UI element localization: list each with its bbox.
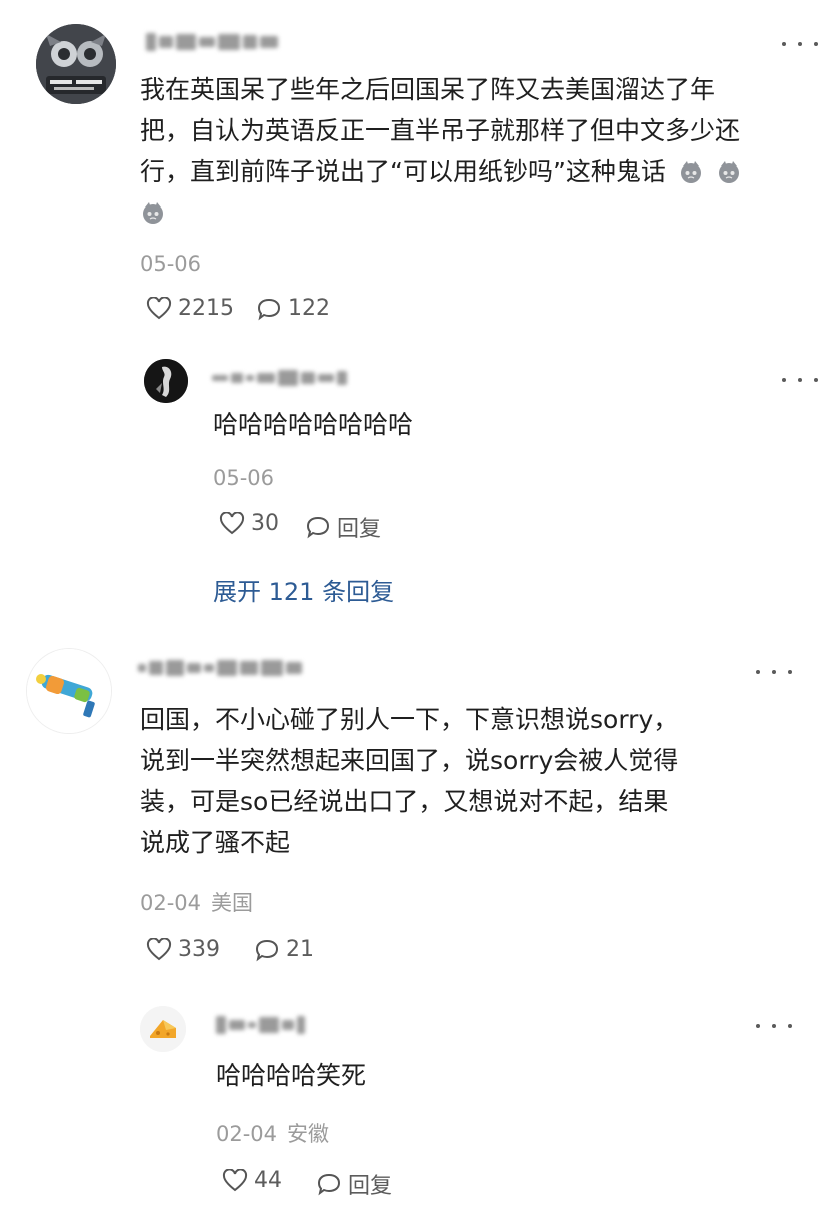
gray-cat-emoji-icon [680, 161, 701, 183]
avatar[interactable] [36, 24, 116, 104]
heart-icon [146, 296, 172, 319]
reply-text: 哈哈哈哈笑死 [216, 1061, 367, 1090]
more-options-icon[interactable] [782, 34, 818, 54]
heart-icon [146, 937, 172, 960]
comment-text-line: 行，直到前阵子说出了“可以用纸钞吗”这种鬼话 [140, 152, 742, 192]
reply-text: 哈哈哈哈哈哈哈哈 [213, 410, 414, 439]
username-blurred[interactable] [138, 656, 302, 680]
like-button[interactable]: 44 [222, 1168, 282, 1193]
comment-text-line [140, 193, 166, 233]
location-text: 美国 [211, 891, 254, 915]
more-options-icon[interactable] [782, 370, 818, 390]
gray-cat-emoji-icon [143, 202, 163, 224]
comment-button[interactable]: 122 [256, 296, 330, 321]
like-button[interactable]: 2215 [146, 296, 234, 321]
like-count: 30 [251, 511, 279, 536]
heart-icon [222, 1168, 248, 1191]
like-button[interactable]: 339 [146, 937, 220, 962]
speech-bubble-icon [306, 516, 330, 539]
reply-button[interactable]: 回复 [305, 511, 381, 543]
comment-text-span: 行，直到前阵子说出了“可以用纸钞吗”这种鬼话 [140, 157, 666, 186]
comment-button[interactable]: 21 [254, 937, 314, 962]
speech-bubble-icon [317, 1173, 341, 1196]
gray-cat-emoji-icon [718, 161, 739, 183]
comment-text-line: 说成了骚不起 [140, 828, 291, 857]
avatar[interactable] [140, 1006, 186, 1052]
date-text: 05-06 [140, 252, 202, 276]
reply-count: 21 [286, 937, 314, 962]
expand-replies-link[interactable]: 展开 121 条回复 [213, 572, 394, 607]
reply-date: 02-04 安徽 [216, 1118, 329, 1148]
speech-bubble-icon [255, 939, 279, 961]
like-count: 2215 [178, 296, 234, 321]
reply-label: 回复 [337, 517, 382, 542]
username-blurred[interactable] [216, 1013, 305, 1037]
like-button[interactable]: 30 [219, 511, 279, 536]
reply-count: 122 [288, 296, 330, 321]
avatar[interactable] [144, 359, 188, 403]
avatar[interactable] [26, 648, 112, 734]
more-options-icon[interactable] [756, 1016, 792, 1036]
location-text: 安徽 [287, 1122, 330, 1146]
speech-bubble-icon [257, 298, 281, 320]
comment-text-line: 把，自认为英语反正一直半吊子就那样了但中文多少还 [140, 116, 741, 145]
comment-text-line: 我在英国呆了些年之后回国呆了阵又去美国溜达了年 [140, 75, 716, 104]
like-count: 44 [254, 1168, 282, 1193]
heart-icon [219, 511, 245, 534]
comment-date: 02-04 美国 [140, 887, 253, 917]
comment-text-line: 装，可是so已经说出口了，又想说对不起，结果 [140, 787, 669, 816]
comment-text-line: 回国，不小心碰了别人一下，下意识想说sorry， [140, 705, 679, 734]
more-options-icon[interactable] [756, 662, 792, 682]
comment-date: 05-06 [140, 252, 201, 276]
username-blurred[interactable] [146, 30, 278, 54]
date-text: 02-04 [216, 1122, 278, 1146]
like-count: 339 [178, 937, 220, 962]
username-blurred[interactable] [212, 366, 347, 390]
reply-label: 回复 [348, 1174, 393, 1199]
date-text: 05-06 [213, 466, 275, 490]
reply-button[interactable]: 回复 [316, 1168, 392, 1200]
date-text: 02-04 [140, 891, 202, 915]
comment-text-line: 说到一半突然想起来回国了，说sorry会被人觉得 [140, 746, 679, 775]
reply-date: 05-06 [213, 466, 274, 490]
